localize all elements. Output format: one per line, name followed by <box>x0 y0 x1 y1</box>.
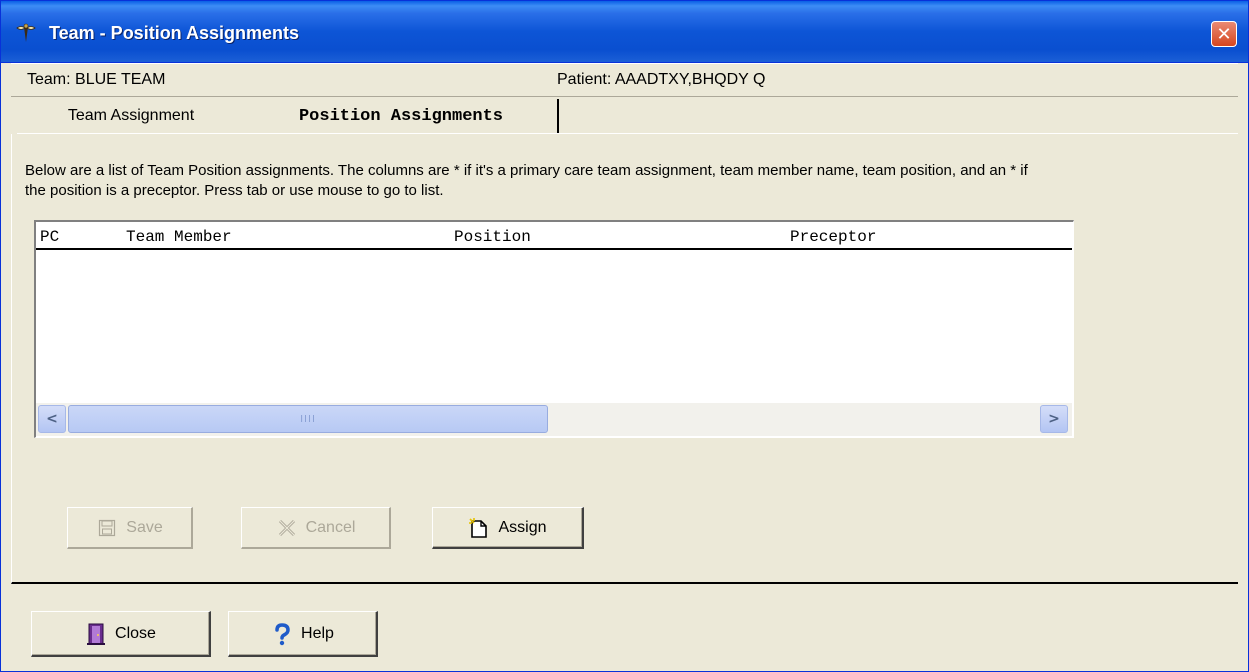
assignments-list[interactable]: PC Team Member Position Preceptor < IIII… <box>34 220 1074 438</box>
caduceus-app-icon <box>15 23 37 43</box>
patient-label: Patient: AAADTXY,BHQDY Q <box>557 71 766 88</box>
tab-position-assignments-label: Position Assignments <box>298 106 504 126</box>
floppy-disk-icon <box>96 517 118 539</box>
window-close-button[interactable]: ✕ <box>1211 21 1237 47</box>
new-document-icon <box>468 517 490 539</box>
window: Team - Position Assignments ✕ Team: BLUE… <box>0 0 1249 672</box>
save-button-label: Save <box>126 518 163 536</box>
list-header: PC Team Member Position Preceptor <box>36 226 1072 250</box>
help-button[interactable]: Help <box>228 611 378 657</box>
info-row: Team: BLUE TEAM Patient: AAADTXY,BHQDY Q <box>11 63 1238 97</box>
assign-button-label: Assign <box>498 518 547 536</box>
assign-button[interactable]: Assign <box>432 507 584 549</box>
window-title: Team - Position Assignments <box>49 23 300 43</box>
column-header-position[interactable]: Position <box>454 228 531 246</box>
tab-team-assignment-label: Team Assignment <box>67 107 195 124</box>
close-button-label: Close <box>115 624 156 642</box>
title-bar[interactable]: Team - Position Assignments ✕ <box>1 1 1248 63</box>
tab-position-assignments[interactable]: Position Assignments <box>245 99 559 133</box>
cancel-button-label: Cancel <box>305 518 356 536</box>
scrollbar-thumb[interactable]: IIII <box>68 405 548 433</box>
cancel-button[interactable]: Cancel <box>241 507 391 549</box>
help-button-label: Help <box>301 624 334 642</box>
column-header-team-member[interactable]: Team Member <box>126 228 232 246</box>
chevron-right-icon: > <box>1048 411 1060 427</box>
question-mark-icon <box>271 622 293 645</box>
horizontal-scrollbar[interactable]: < IIII > <box>36 403 1072 436</box>
team-label: Team: BLUE TEAM <box>27 71 166 88</box>
tab-team-assignment[interactable]: Team Assignment <box>17 99 245 133</box>
description-text: Below are a list of Team Position assign… <box>25 162 1028 199</box>
door-exit-icon <box>85 623 107 645</box>
column-header-pc[interactable]: PC <box>40 228 59 246</box>
tab-strip: Team Assignment Position Assignments <box>17 99 1238 134</box>
save-button[interactable]: Save <box>67 507 193 549</box>
scrollbar-grip: IIII <box>300 413 316 425</box>
scroll-right-button[interactable]: > <box>1040 405 1068 433</box>
close-button[interactable]: Close <box>31 611 211 657</box>
column-header-preceptor[interactable]: Preceptor <box>790 228 876 246</box>
scroll-left-button[interactable]: < <box>38 405 66 433</box>
chevron-left-icon: < <box>46 411 58 427</box>
cancel-x-icon <box>276 517 298 539</box>
